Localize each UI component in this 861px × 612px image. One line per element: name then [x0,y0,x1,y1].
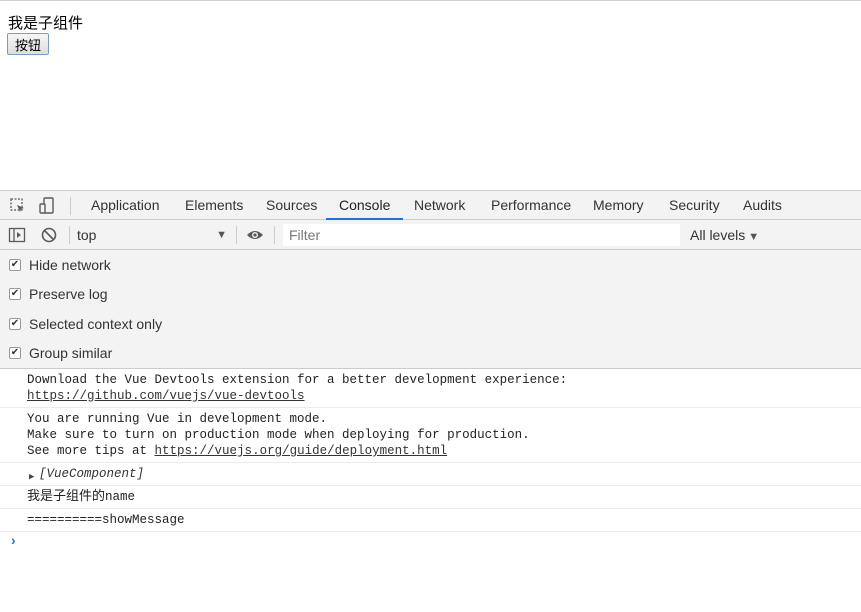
console-message: You are running Vue in development mode.… [0,408,861,463]
console-prompt[interactable]: › [0,532,861,550]
live-expression-eye-icon[interactable] [246,226,264,244]
message-text: Download the Vue Devtools extension for … [27,373,568,387]
checkbox-group-similar[interactable]: ✔ [9,346,21,359]
prompt-chevron-icon: › [9,534,18,550]
console-message: Download the Vue Devtools extension for … [0,369,861,408]
console-message: ==========showMessage [0,509,861,532]
message-text-cjk: 我是子组件的 [27,489,106,504]
object-preview[interactable]: [VueComponent] [39,467,144,481]
checkbox-selected-context-only[interactable]: ✔ [9,317,21,330]
log-levels-value: All levels [690,227,746,243]
message-text: See more tips at [27,444,148,458]
child-component-text: 我是子组件 [8,14,84,32]
tab-network[interactable]: Network [401,191,478,220]
setting-hide-network[interactable]: ✔ Hide network [0,253,861,282]
filter-input[interactable] [283,224,680,246]
page-button[interactable]: 按钮 [7,33,50,55]
message-text: name [105,490,136,504]
setting-label: Hide network [29,257,111,273]
dropdown-arrow-icon: ▼ [216,229,227,241]
console-messages: Download the Vue Devtools extension for … [0,369,861,550]
log-levels-dropdown[interactable]: All levels ▼ [690,225,759,247]
message-text: Make sure to turn on production mode whe… [27,428,530,442]
clear-console-icon[interactable] [40,226,58,244]
setting-label: Group similar [29,344,113,361]
checkbox-hide-network[interactable]: ✔ [9,259,21,271]
tab-application[interactable]: Application [78,191,173,220]
toolbar-separator [236,226,237,244]
toolbar-separator [274,226,275,244]
message-link[interactable]: https://vuejs.org/guide/deployment.html [155,444,448,458]
expand-triangle-icon[interactable]: ▶ [29,469,34,485]
message-link[interactable]: https://github.com/vuejs/vue-devtools [27,389,305,403]
tab-performance[interactable]: Performance [478,191,584,220]
tab-audits[interactable]: Audits [730,191,795,220]
toolbar-separator [69,226,70,244]
dropdown-arrow-icon: ▼ [748,231,760,243]
tab-sources[interactable]: Sources [253,191,330,220]
setting-label: Selected context only [29,315,163,332]
context-selector[interactable]: top ▼ [77,225,229,245]
console-toolbar: top ▼ All levels▼ [0,220,861,250]
context-selector-value: top [77,227,97,243]
checkbox-preserve-log[interactable]: ✔ [9,288,21,301]
show-console-sidebar-icon[interactable] [8,226,26,244]
console-settings-pane: ✔ Hide network ✔ Preserve log ✔ Selected… [0,250,861,369]
tab-memory[interactable]: Memory [580,191,657,220]
console-message-object[interactable]: ▶ [VueComponent] [0,463,861,486]
inspect-element-icon[interactable] [9,197,27,215]
setting-label: Preserve log [29,286,108,303]
message-text: ==========showMessage [27,513,185,527]
tab-elements[interactable]: Elements [172,191,256,220]
device-toolbar-icon[interactable] [38,197,56,215]
tab-security[interactable]: Security [656,191,733,220]
devtools-panel: Application Elements Sources Console Net… [0,190,861,612]
page-content: 我是子组件 按钮 [0,0,861,190]
tab-console[interactable]: Console [326,191,404,220]
devtools-tab-bar: Application Elements Sources Console Net… [0,190,861,220]
message-text: You are running Vue in development mode. [27,412,328,426]
tab-bar-separator [70,197,71,215]
setting-selected-context-only[interactable]: ✔ Selected context only [0,312,861,341]
setting-group-similar[interactable]: ✔ Group similar [0,341,861,370]
setting-preserve-log[interactable]: ✔ Preserve log [0,282,861,311]
console-message: 我是子组件的name [0,486,861,509]
